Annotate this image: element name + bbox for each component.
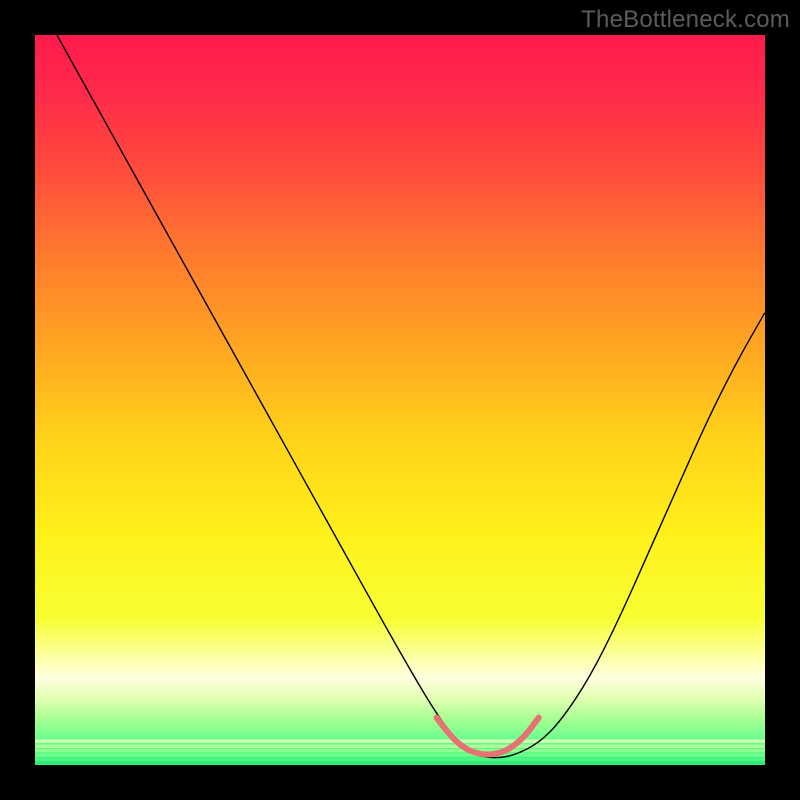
watermark-text: TheBottleneck.com — [581, 6, 790, 34]
chart-frame: TheBottleneck.com — [0, 0, 800, 800]
gradient-background — [35, 35, 765, 765]
plot-area — [35, 35, 765, 765]
bottleneck-chart — [35, 35, 765, 765]
